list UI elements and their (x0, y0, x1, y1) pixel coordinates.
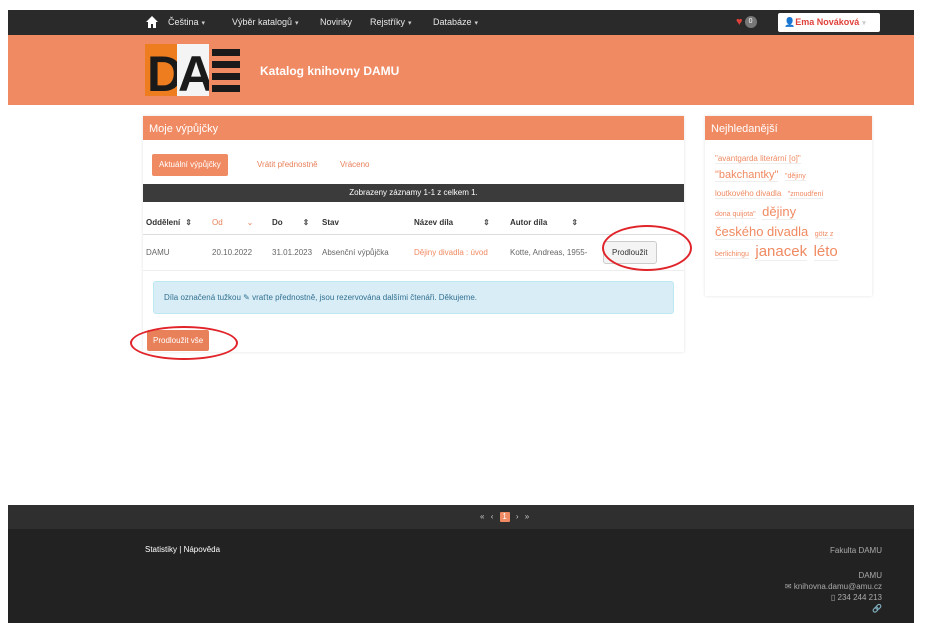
tag-link[interactable]: berlichingu (715, 251, 749, 259)
table-header-row: Oddělení ⇕ Od ⌄ Do ⇕ Stav Název díla ⇕ Autor… (143, 212, 684, 235)
cell-author: Kotte, Andreas, 1955- (507, 234, 600, 271)
top-navbar: Čeština ▾ Výběr katalogů ▾ Novinky Rejstří… (8, 10, 914, 35)
loans-panel: Moje výpůjčky Aktuální výpůjčky Vrátit p… (143, 116, 684, 352)
col-status: Stav (319, 212, 411, 235)
nav-language[interactable]: Čeština ▾ (168, 17, 205, 27)
footer-email[interactable]: ✉ knihovna.damu@amu.cz (785, 581, 882, 592)
damu-logo[interactable]: D A (145, 44, 243, 96)
favorites[interactable]: ♥ 0 (736, 16, 757, 28)
tag-link[interactable]: "avantgarda literární [o]" (715, 154, 801, 164)
user-menu[interactable]: 👤Ema Nováková ▾ (778, 13, 880, 32)
next-page-icon[interactable]: › (516, 512, 519, 521)
tag-link[interactable]: "zmoudření (787, 191, 824, 199)
tab-current-loans[interactable]: Aktuální výpůjčky (152, 154, 228, 176)
cell-to: 31.01.2023 (269, 234, 319, 271)
prev-page-icon[interactable]: ‹ (491, 512, 494, 521)
first-page-icon[interactable]: « (480, 512, 484, 521)
chevron-down-icon: ▾ (474, 20, 479, 27)
nav-databases[interactable]: Databáze ▾ (433, 17, 478, 27)
footer-link-help[interactable]: Nápověda (184, 545, 220, 554)
nav-news[interactable]: Novinky (320, 17, 352, 27)
col-department[interactable]: Oddělení ⇕ (143, 212, 209, 235)
tag-link[interactable]: loutkového divadla (715, 189, 782, 199)
tag-link[interactable]: léto (813, 243, 838, 261)
current-page[interactable]: 1 (499, 512, 510, 522)
info-text-before: Díla označená tužkou (164, 293, 241, 302)
last-page-icon[interactable]: » (525, 512, 529, 521)
chevron-down-icon: ▾ (862, 20, 866, 27)
tag-link[interactable]: dějiny (762, 204, 797, 220)
pencil-icon: ✎ (243, 293, 250, 302)
pagination: « ‹ 1 › » (478, 512, 531, 522)
tab-return-priority[interactable]: Vrátit přednostně (250, 154, 325, 176)
heart-icon: ♥ (736, 16, 743, 28)
chevron-down-icon: ▾ (408, 20, 412, 27)
footer-org-short: DAMU (858, 571, 882, 580)
footer-links: Statistiky | Nápověda (145, 545, 220, 554)
pagination-bar: « ‹ 1 › » (8, 505, 914, 529)
site-footer: Statistiky | Nápověda Fakulta DAMU DAMU … (8, 529, 914, 623)
tag-link[interactable]: "bakchantky" (715, 169, 779, 182)
most-searched-panel: Nejhledanější "avantgarda literární [o]"… (705, 116, 872, 296)
panel-title: Moje výpůjčky (143, 116, 684, 140)
col-title[interactable]: Název díla ⇕ (411, 212, 507, 235)
chevron-down-icon: ▾ (295, 20, 299, 27)
tag-cloud: "avantgarda literární [o]" "bakchantky" … (705, 140, 872, 263)
footer-phone: ▯ 234 244 213 (830, 593, 882, 602)
cell-from: 20.10.2022 (209, 234, 269, 271)
footer-link-statistics[interactable]: Statistiky (145, 545, 177, 554)
tag-link[interactable]: janacek (755, 243, 808, 261)
records-count: Zobrazeny záznamy 1-1 z celkem 1. (143, 184, 684, 202)
favorites-count: 0 (744, 16, 757, 28)
user-icon: 👤 (784, 17, 796, 27)
sort-desc-icon: ⌄ (246, 218, 254, 228)
svg-text:A: A (178, 46, 214, 96)
nav-indexes[interactable]: Rejstříky ▾ (370, 17, 412, 27)
annotation-oval-renew (602, 225, 692, 271)
cell-status: Absenční výpůjčka (319, 234, 411, 271)
annotation-oval-renew-all (130, 326, 238, 360)
sort-icon: ⇕ (571, 218, 579, 228)
site-header: D A Katalog knihovny DAMU (8, 35, 914, 105)
cell-title-link[interactable]: Dějiny divadla : úvod (411, 234, 507, 271)
col-author[interactable]: Autor díla ⇕ (507, 212, 600, 235)
sort-icon: ⇕ (302, 218, 310, 228)
phone-icon: ▯ (830, 593, 836, 602)
cell-department: DAMU (143, 234, 209, 271)
sort-icon: ⇕ (483, 218, 490, 228)
nav-catalog-select[interactable]: Výběr katalogů ▾ (232, 17, 299, 27)
tag-link[interactable]: českého divadla (715, 224, 809, 240)
sidebar-title: Nejhledanější (705, 116, 872, 140)
info-alert: Díla označená tužkou ✎ vraťte přednostně… (153, 281, 674, 314)
footer-contact: Fakulta DAMU DAMU ✉ knihovna.damu@amu.cz… (785, 545, 882, 614)
tag-link[interactable]: "dějiny (784, 173, 806, 181)
chevron-down-icon: ▾ (201, 20, 206, 27)
sort-icon: ⇕ (185, 218, 192, 228)
site-title[interactable]: Katalog knihovny DAMU (260, 64, 399, 78)
link-icon[interactable]: 🔗 (785, 603, 882, 614)
user-name: Ema Nováková (795, 17, 860, 27)
col-to[interactable]: Do ⇕ (269, 212, 319, 235)
footer-org: Fakulta DAMU (829, 546, 882, 555)
col-from[interactable]: Od ⌄ (209, 212, 269, 235)
tab-returned[interactable]: Vráceno (333, 154, 377, 176)
info-text-after: vraťte přednostně, jsou rezervována dalš… (252, 293, 477, 302)
envelope-icon: ✉ (784, 582, 792, 591)
tag-link[interactable]: götz z (814, 231, 834, 239)
tag-link[interactable]: dona quijota" (715, 211, 756, 219)
home-icon[interactable] (145, 15, 159, 29)
